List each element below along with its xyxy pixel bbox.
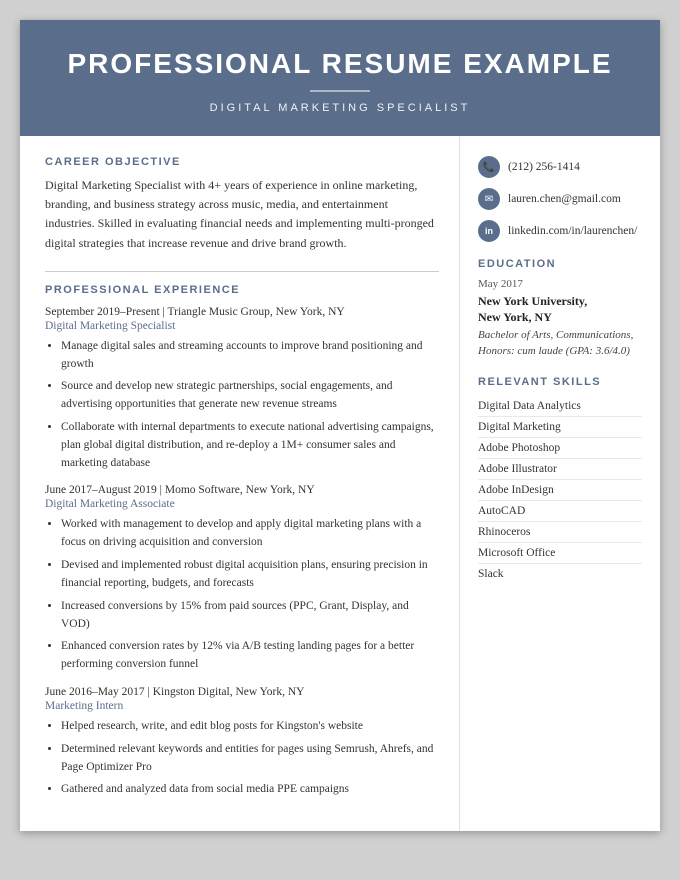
career-objective-text: Digital Marketing Specialist with 4+ yea…: [45, 176, 439, 253]
job-3-bullets: Helped research, write, and edit blog po…: [61, 718, 439, 799]
main-title: PROFESSIONAL RESUME EXAMPLE: [50, 48, 630, 80]
edu-degree: Bachelor of Arts, Communications, Honors…: [478, 327, 642, 360]
skill-item: Adobe InDesign: [478, 480, 642, 501]
job-2-date-company: June 2017–August 2019 | Momo Software, N…: [45, 484, 439, 496]
main-column: CAREER OBJECTIVE Digital Marketing Speci…: [20, 136, 460, 831]
job-1-bullets: Manage digital sales and streaming accou…: [61, 338, 439, 473]
career-objective-title: CAREER OBJECTIVE: [45, 156, 439, 168]
job-2-bullets: Worked with management to develop and ap…: [61, 516, 439, 674]
skill-item: Digital Data Analytics: [478, 396, 642, 417]
side-column: 📞 (212) 256-1414 ✉ lauren.chen@gmail.com…: [460, 136, 660, 831]
list-item: Manage digital sales and streaming accou…: [61, 338, 439, 374]
job-3: June 2016–May 2017 | Kingston Digital, N…: [45, 686, 439, 799]
list-item: Collaborate with internal departments to…: [61, 419, 439, 472]
skills-title: RELEVANT SKILLS: [478, 376, 642, 388]
divider-1: [45, 271, 439, 272]
career-objective-section: CAREER OBJECTIVE Digital Marketing Speci…: [45, 156, 439, 253]
contact-email: ✉ lauren.chen@gmail.com: [478, 188, 642, 210]
linkedin-url: linkedin.com/in/laurenchen/: [508, 225, 637, 237]
resume-header: PROFESSIONAL RESUME EXAMPLE DIGITAL MARK…: [20, 20, 660, 136]
list-item: Source and develop new strategic partner…: [61, 378, 439, 414]
professional-experience-section: PROFESSIONAL EXPERIENCE September 2019–P…: [45, 284, 439, 799]
email-icon: ✉: [478, 188, 500, 210]
resume-wrapper: PROFESSIONAL RESUME EXAMPLE DIGITAL MARK…: [20, 20, 660, 831]
contact-linkedin: in linkedin.com/in/laurenchen/: [478, 220, 642, 242]
skill-item: Rhinoceros: [478, 522, 642, 543]
linkedin-icon: in: [478, 220, 500, 242]
job-2-title: Digital Marketing Associate: [45, 498, 439, 510]
job-2: June 2017–August 2019 | Momo Software, N…: [45, 484, 439, 674]
skill-item: Adobe Photoshop: [478, 438, 642, 459]
skill-item: Digital Marketing: [478, 417, 642, 438]
header-divider: [310, 90, 370, 92]
list-item: Increased conversions by 15% from paid s…: [61, 598, 439, 634]
contact-section: 📞 (212) 256-1414 ✉ lauren.chen@gmail.com…: [478, 156, 642, 242]
phone-number: (212) 256-1414: [508, 161, 580, 173]
contact-phone: 📞 (212) 256-1414: [478, 156, 642, 178]
email-address: lauren.chen@gmail.com: [508, 193, 621, 205]
edu-school: New York University,: [478, 293, 642, 310]
list-item: Worked with management to develop and ap…: [61, 516, 439, 552]
job-1-title: Digital Marketing Specialist: [45, 320, 439, 332]
skill-item: Adobe Illustrator: [478, 459, 642, 480]
skills-section: RELEVANT SKILLS Digital Data AnalyticsDi…: [478, 376, 642, 584]
skill-item: AutoCAD: [478, 501, 642, 522]
edu-date: May 2017: [478, 278, 642, 290]
job-3-title: Marketing Intern: [45, 700, 439, 712]
job-1: September 2019–Present | Triangle Music …: [45, 306, 439, 473]
skill-item: Slack: [478, 564, 642, 584]
list-item: Devised and implemented robust digital a…: [61, 557, 439, 593]
edu-location: New York, NY: [478, 310, 642, 325]
education-title: EDUCATION: [478, 258, 642, 270]
resume-body: CAREER OBJECTIVE Digital Marketing Speci…: [20, 136, 660, 831]
list-item: Gathered and analyzed data from social m…: [61, 781, 439, 799]
education-section: EDUCATION May 2017 New York University, …: [478, 258, 642, 360]
skill-item: Microsoft Office: [478, 543, 642, 564]
pro-exp-title: PROFESSIONAL EXPERIENCE: [45, 284, 439, 296]
list-item: Helped research, write, and edit blog po…: [61, 718, 439, 736]
phone-icon: 📞: [478, 156, 500, 178]
header-subtitle: DIGITAL MARKETING SPECIALIST: [50, 102, 630, 114]
job-1-date-company: September 2019–Present | Triangle Music …: [45, 306, 439, 318]
list-item: Enhanced conversion rates by 12% via A/B…: [61, 638, 439, 674]
skills-list: Digital Data AnalyticsDigital MarketingA…: [478, 396, 642, 584]
job-3-date-company: June 2016–May 2017 | Kingston Digital, N…: [45, 686, 439, 698]
list-item: Determined relevant keywords and entitie…: [61, 741, 439, 777]
